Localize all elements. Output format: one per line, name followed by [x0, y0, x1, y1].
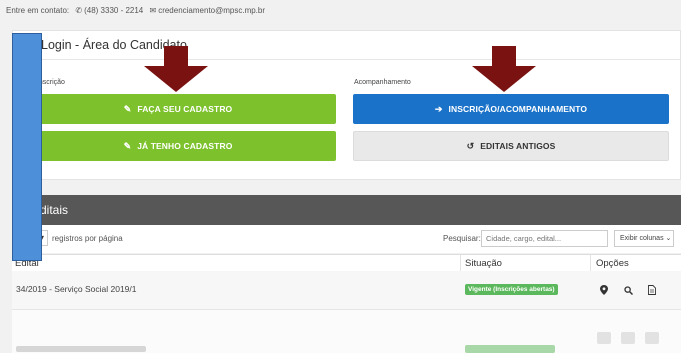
editais-antigos-button[interactable]: ↺ EDITAIS ANTIGOS — [353, 131, 669, 161]
acompanhamento-label: Acompanhamento — [354, 79, 411, 86]
ja-tenho-cadastro-button[interactable]: ✎ JÁ TENHO CADASTRO — [20, 131, 336, 161]
exibir-colunas-label: Exibir colunas — [620, 235, 664, 242]
search-label: Pesquisar: — [443, 234, 481, 243]
contact-info: Entre em contato: ✆ (48) 3330 - 2214 ✉ cre… — [6, 6, 265, 15]
sign-in-icon: ➔ — [434, 103, 443, 114]
inscricao-acompanhamento-label: INSCRIÇÃO/ACOMPANHAMENTO — [448, 104, 588, 114]
history-icon: ↺ — [466, 140, 475, 151]
ja-tenho-cadastro-label: JÁ TENHO CADASTRO — [137, 141, 233, 151]
faded-option — [621, 332, 635, 344]
pencil-icon: ✎ — [123, 140, 132, 151]
red-arrow-left — [144, 46, 208, 92]
faca-seu-cadastro-button[interactable]: ✎ FAÇA SEU CADASTRO — [20, 94, 336, 124]
edital-cell[interactable]: 34/2019 - Serviço Social 2019/1 — [16, 284, 137, 294]
red-arrow-right — [472, 46, 536, 92]
exibir-colunas-button[interactable]: Exibir colunas ⌄ — [614, 230, 674, 247]
faded-option — [597, 332, 611, 344]
blue-annotation-box — [12, 33, 42, 261]
editais-header: Editais — [12, 195, 681, 225]
table-controls: ▾ registros por página Pesquisar: Exibir… — [12, 225, 681, 253]
faded-option — [645, 332, 659, 344]
per-page-label: registros por página — [52, 234, 123, 243]
table-row[interactable]: 34/2019 - Serviço Social 2019/1 Vigente … — [12, 271, 681, 310]
document-icon[interactable] — [643, 281, 661, 299]
pencil-icon: ✎ — [123, 103, 132, 114]
envelope-icon: ✉ — [149, 6, 157, 15]
phone-icon: ✆ — [75, 6, 83, 15]
search-input[interactable] — [481, 230, 608, 247]
faded-text — [16, 346, 146, 352]
faded-rows — [12, 310, 681, 353]
contact-phone: (48) 3330 - 2214 — [84, 6, 144, 15]
map-marker-icon[interactable] — [595, 281, 613, 299]
table-header: Edital Situação Opções — [12, 254, 681, 272]
editais-antigos-label: EDITAIS ANTIGOS — [480, 141, 556, 151]
contact-email[interactable]: credenciamento@mpsc.mp.br — [158, 6, 265, 15]
contact-prefix: Entre em contato: — [6, 6, 70, 15]
login-panel-header: Login - Área do Candidato — [13, 31, 680, 60]
faded-badge — [465, 345, 555, 353]
col-opcoes: Opções — [596, 258, 629, 269]
faca-seu-cadastro-label: FAÇA SEU CADASTRO — [137, 104, 233, 114]
login-panel: Login - Área do Candidato Nova inscrição… — [12, 30, 681, 180]
status-badge: Vigente (Inscrições abertas) — [465, 284, 558, 295]
search-icon[interactable] — [619, 281, 637, 299]
chevron-down-icon: ⌄ — [665, 235, 672, 242]
inscricao-acompanhamento-button[interactable]: ➔ INSCRIÇÃO/ACOMPANHAMENTO — [353, 94, 669, 124]
col-situacao[interactable]: Situação — [465, 258, 502, 269]
